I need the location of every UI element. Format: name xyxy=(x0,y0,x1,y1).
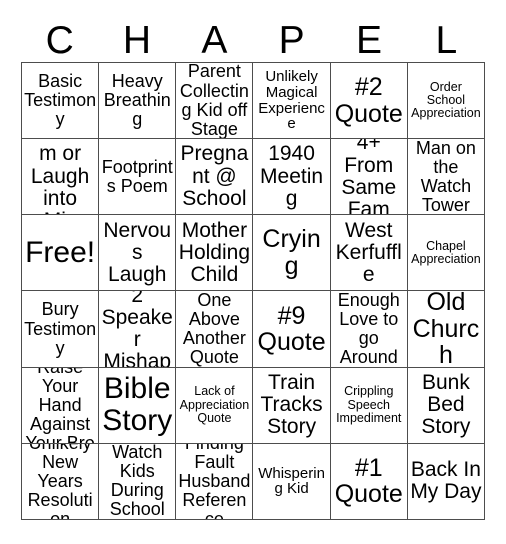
bingo-square[interactable]: One Above Another Quote xyxy=(176,291,254,368)
bingo-square-label: Lack of Appreciation Quote xyxy=(179,384,250,425)
bingo-square[interactable]: #1 Quote xyxy=(330,443,408,520)
bingo-square-label: Footprints Poem xyxy=(101,156,173,196)
bingo-square[interactable]: Train Tracks Story xyxy=(253,367,331,444)
bingo-square-label: Free! xyxy=(25,236,96,269)
bingo-square-label: Crying xyxy=(262,225,321,280)
bingo-square-label: 2 Speaker Mishap xyxy=(101,291,173,368)
bingo-square-label: Whispering Kid xyxy=(258,464,325,498)
bingo-card: C H A P E L Basic Testimony Heavy Breathing Par… xyxy=(0,0,506,544)
bingo-square[interactable]: Basic Testimony xyxy=(22,63,100,140)
bingo-square-label: #1 Quote xyxy=(334,453,403,509)
bingo-square[interactable]: Old Church xyxy=(407,291,485,368)
bingo-header-letter-c: C xyxy=(45,19,74,62)
bingo-square[interactable]: Footprints Poem xyxy=(99,139,177,216)
bingo-square[interactable]: Bunk Bed Story xyxy=(407,367,485,444)
bingo-square-label: Man on the Watch Tower xyxy=(415,139,476,215)
bingo-square[interactable]: Order School Appreciation xyxy=(407,63,485,140)
bingo-square-label: West Kerfuffle xyxy=(335,218,402,287)
bingo-square[interactable]: Back In My Day xyxy=(407,443,485,520)
bingo-header-letter-l: L xyxy=(435,19,458,62)
bingo-square-label: Finding Fault Husband Reference xyxy=(178,444,251,520)
bingo-square[interactable]: Watch Kids During School xyxy=(99,443,177,520)
bingo-square-label: Unlikely New Years Resolution xyxy=(27,444,93,520)
bingo-square-label: One Above Another Quote xyxy=(182,291,246,368)
bingo-square-label: Chapel Appreciation xyxy=(411,238,481,266)
bingo-header-letter-p: P xyxy=(278,19,305,62)
bingo-square[interactable]: Nervous Laugh xyxy=(99,215,177,292)
bingo-square[interactable]: Enough Love to go Around xyxy=(330,291,408,368)
bingo-square-label: Old Church xyxy=(412,291,480,368)
bingo-square-label: Heavy Breathing xyxy=(103,70,171,130)
bingo-square[interactable]: 2 Speaker Mishap xyxy=(99,291,177,368)
bingo-square[interactable]: Heavy Breathing xyxy=(99,63,177,140)
bingo-square-label: #9 Quote xyxy=(257,301,326,357)
bingo-square-label: Train Tracks Story xyxy=(260,370,323,439)
bingo-square[interactable]: Chapel Appreciation xyxy=(407,215,485,292)
bingo-square-label: Parent Collecting Kid off Stage xyxy=(179,63,249,139)
bingo-square[interactable]: 1940 Meeting xyxy=(253,139,331,216)
bingo-square-label: Bible Story xyxy=(102,372,173,438)
bingo-square[interactable]: Bible Story xyxy=(99,367,177,444)
bingo-square-label: #2 Quote xyxy=(334,73,403,128)
bingo-square-label: Unlikely Magical Experience xyxy=(258,67,325,133)
bingo-square[interactable]: Man on the Watch Tower xyxy=(407,139,485,216)
bingo-square[interactable]: #9 Quote xyxy=(253,291,331,368)
bingo-square[interactable]: Unlikely New Years Resolution xyxy=(22,443,100,520)
bingo-square-label: Scream or Laugh into Mic xyxy=(30,139,90,214)
bingo-header-letter-a: A xyxy=(201,19,228,62)
bingo-square-label: Basic Testimony xyxy=(24,70,97,130)
bingo-square-label: Bunk Bed Story xyxy=(421,370,471,439)
bingo-square-label: Watch Kids During School xyxy=(109,443,165,520)
bingo-free-space[interactable]: Free! xyxy=(22,215,100,292)
bingo-square-label: Raise Your Hand Against Your Bro xyxy=(25,368,95,444)
bingo-square-label: Order School Appreciation xyxy=(411,79,481,121)
bingo-square[interactable]: West Kerfuffle xyxy=(330,215,408,292)
bingo-square[interactable]: Whispering Kid xyxy=(253,443,331,520)
bingo-square-label: Nervous Laugh xyxy=(103,218,172,287)
bingo-square[interactable]: #2 Quote xyxy=(330,63,408,140)
bingo-square[interactable]: Parent Collecting Kid off Stage xyxy=(176,63,254,140)
bingo-square[interactable]: Crying xyxy=(253,215,331,292)
bingo-square-label: Enough Love to go Around xyxy=(337,291,400,368)
bingo-square-label: Pregnant @ School xyxy=(180,142,249,210)
bingo-square[interactable]: Raise Your Hand Against Your Bro xyxy=(22,367,100,444)
bingo-square[interactable]: Pregnant @ School xyxy=(176,139,254,216)
bingo-square[interactable]: Scream or Laugh into Mic xyxy=(22,139,100,216)
bingo-square-label: 4+ From Same Fam xyxy=(341,139,397,216)
bingo-square-label: Mother Holding Child xyxy=(178,218,251,287)
bingo-square[interactable]: Finding Fault Husband Reference xyxy=(176,443,254,520)
bingo-header-letter-h: H xyxy=(122,19,152,62)
bingo-square[interactable]: Crippling Speech Impediment xyxy=(330,367,408,444)
bingo-square[interactable]: Unlikely Magical Experience xyxy=(253,63,331,140)
bingo-square-label: Bury Testimony xyxy=(24,299,97,358)
bingo-square-label: 1940 Meeting xyxy=(260,142,324,210)
bingo-square[interactable]: Lack of Appreciation Quote xyxy=(176,367,254,444)
bingo-square[interactable]: Mother Holding Child xyxy=(176,215,254,292)
bingo-square[interactable]: Bury Testimony xyxy=(22,291,100,368)
bingo-square[interactable]: 4+ From Same Fam xyxy=(330,139,408,216)
bingo-square-label: Crippling Speech Impediment xyxy=(336,384,402,425)
bingo-square-label: Back In My Day xyxy=(410,458,482,504)
bingo-header-row: CHAPEL xyxy=(21,12,485,62)
bingo-grid: Basic Testimony Heavy Breathing Parent Col… xyxy=(21,62,485,520)
bingo-header-letter-e: E xyxy=(355,19,382,62)
